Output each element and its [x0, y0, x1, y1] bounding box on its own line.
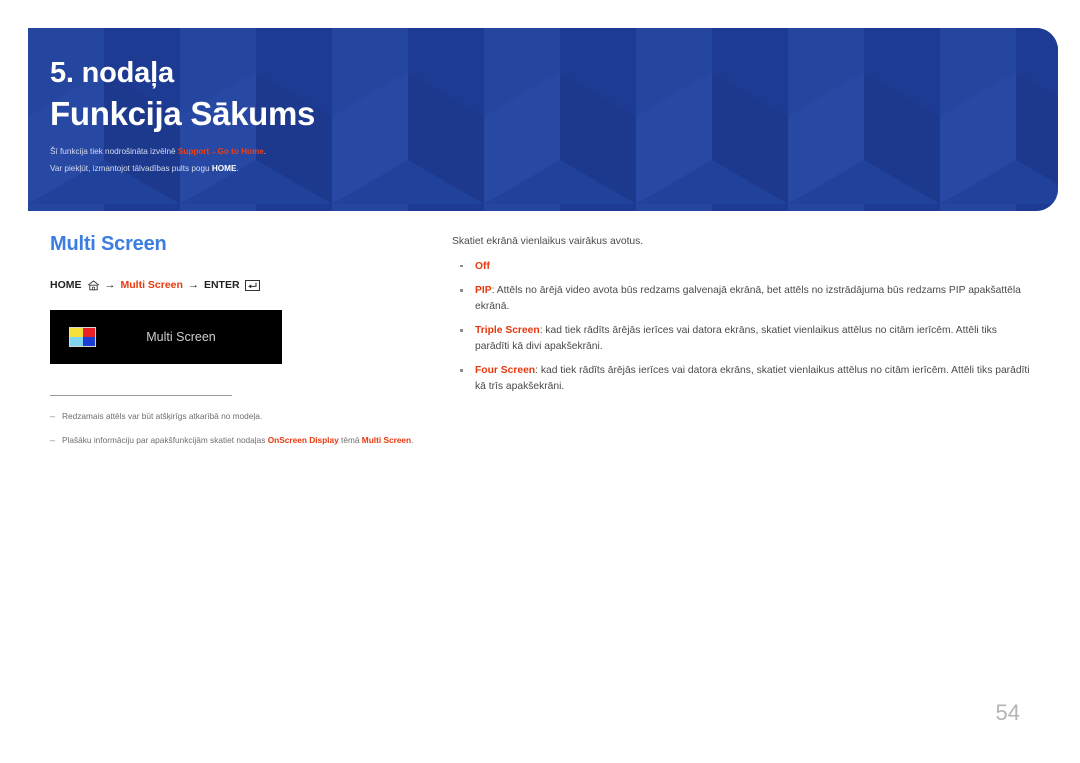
menu-path-breadcrumb: HOME → Multi Screen → ENTER [50, 279, 420, 291]
page-number: 54 [995, 700, 1020, 725]
option-term: Triple Screen [475, 325, 540, 337]
left-column: Multi Screen HOME → Multi Screen → ENTER [50, 232, 420, 446]
footnote-text: Redzamais attēls var būt atšķirīgs atkar… [62, 411, 262, 422]
footnote-text-run: Plašāku informāciju par apakšfunkcijām s… [62, 435, 268, 446]
footnote-accent-term: OnScreen Display [267, 435, 339, 446]
footnote-dash: – [50, 435, 56, 446]
option-item: Off [452, 259, 1030, 274]
home-icon [87, 279, 100, 291]
footnote-dash: – [50, 411, 56, 421]
enter-key-icon [244, 279, 260, 291]
option-item: Four Screen: kad tiek rādīts ārējās ierī… [452, 363, 1030, 394]
multi-screen-quad-icon [69, 327, 96, 347]
chapter-number: 5. nodaļa [50, 57, 174, 89]
banner-note-menu-path: Šī funkcija tiek nodrošināta izvēlnē Sup… [50, 147, 1058, 156]
footnote-divider [50, 395, 232, 396]
breadcrumb-arrow-1: → [104, 279, 116, 291]
right-column: Skatiet ekrānā vienlaikus vairākus avotu… [452, 235, 1030, 394]
banner-note2-prefix: Var piekļūt, izmantojot tālvadības pults… [50, 163, 212, 173]
footnote-text-run: . [411, 435, 414, 446]
footnote-accent-term: Multi Screen [361, 435, 412, 446]
footnote-text-run: tēmā [338, 435, 362, 446]
footnote-item: – Plašāku informāciju par apakšfunkcijām … [50, 435, 420, 446]
quad-swatch-top-left [70, 328, 83, 337]
banner-note-remote: Var piekļūt, izmantojot tālvadības pults… [50, 164, 1058, 173]
option-term: Off [475, 260, 490, 272]
banner-note-suffix: . [263, 146, 267, 156]
osd-menu-label: Multi Screen [146, 330, 216, 344]
option-list: Off PIP: Attēls no ārējā video avota būs … [452, 259, 1030, 394]
osd-menu-preview: Multi Screen [50, 310, 282, 364]
option-item: PIP: Attēls no ārējā video avota būs red… [452, 283, 1030, 314]
banner-note-menu: Support [177, 146, 210, 156]
footnote-item: – Redzamais attēls var būt atšķirīgs atka… [50, 411, 420, 422]
page-title: Multi Screen [50, 233, 167, 255]
banner-note2-suffix: . [236, 163, 239, 173]
quad-swatch-bottom-right [82, 337, 95, 346]
footnote-text-run: Redzamais attēls var būt atšķirīgs atkar… [62, 411, 263, 421]
option-term: Four Screen [475, 365, 536, 377]
breadcrumb-arrow-2: → [187, 279, 199, 291]
footnote-list: – Redzamais attēls var būt atšķirīgs atka… [50, 411, 420, 446]
quad-swatch-top-right [82, 328, 95, 337]
chapter-banner: 5. nodaļa Funkcija Sākums Šī funkcija ti… [28, 28, 1058, 211]
banner-note-submenu: Go to Home [217, 146, 264, 156]
option-item: Triple Screen: kad tiek rādīts ārējās ie… [452, 323, 1030, 354]
option-description: : Attēls no ārējā video avota būs redzam… [475, 285, 1021, 312]
option-description: : kad tiek rādīts ārējās ierīces vai dat… [475, 325, 997, 352]
intro-text: Skatiet ekrānā vienlaikus vairākus avotu… [452, 236, 644, 247]
banner-note2-button: HOME [211, 163, 237, 173]
footnote-text: Plašāku informāciju par apakšfunkcijām s… [62, 435, 413, 446]
breadcrumb-enter-label: ENTER [203, 279, 240, 291]
quad-swatch-bottom-left [70, 337, 83, 346]
banner-note-prefix: Šī funkcija tiek nodrošināta izvēlnē [50, 146, 178, 156]
option-description: : kad tiek rādīts ārējās ierīces vai dat… [475, 365, 1030, 392]
breadcrumb-home-label: HOME [50, 279, 82, 291]
chapter-title: Funkcija Sākums [50, 94, 316, 132]
option-term: PIP [475, 285, 492, 297]
breadcrumb-target: Multi Screen [120, 279, 183, 291]
